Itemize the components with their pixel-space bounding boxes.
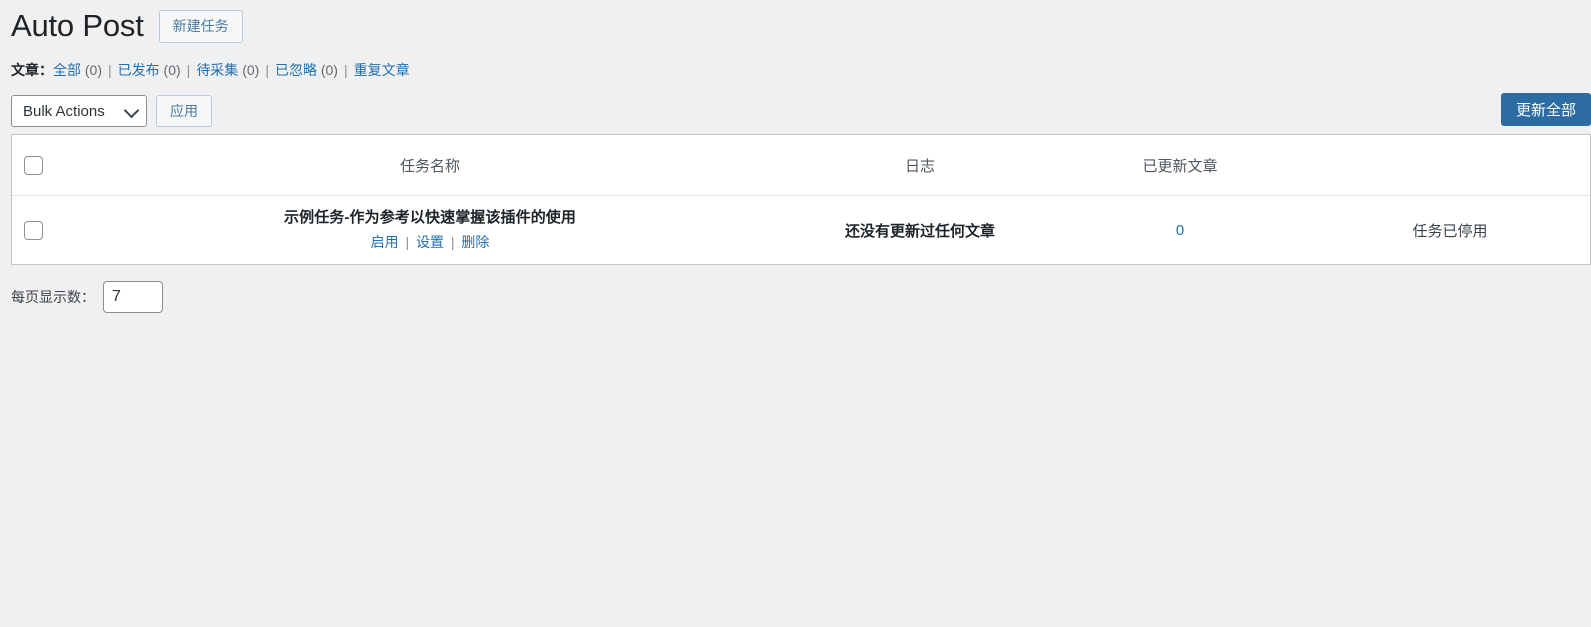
task-name-text: 示例任务-作为参考以快速掌握该插件的使用: [284, 209, 576, 227]
row-action-separator-1: |: [405, 234, 410, 251]
filter-count-ignored: (0): [320, 62, 338, 78]
task-name-stack: 示例任务-作为参考以快速掌握该插件的使用 启用 | 设置 | 删除: [70, 207, 790, 252]
header-updated-posts[interactable]: 已更新文章: [1050, 135, 1310, 196]
apply-button[interactable]: 应用: [156, 95, 212, 127]
filter-links: 文章： 全部 (0) | 已发布 (0) | 待采集 (0) | 已忽略 (0)…: [11, 59, 1580, 81]
row-updated-cell: 0: [1050, 196, 1310, 264]
header-select-all-cell: [12, 135, 70, 196]
row-actions: 启用 | 设置 | 删除: [371, 232, 490, 252]
row-log-cell: 还没有更新过任何文章: [790, 196, 1050, 264]
filter-link-duplicate[interactable]: 重复文章: [354, 62, 410, 78]
row-action-enable[interactable]: 启用: [371, 234, 399, 250]
header-task-name[interactable]: 任务名称: [70, 135, 790, 196]
filter-count-all: (0): [84, 62, 103, 78]
per-page-input[interactable]: [103, 281, 163, 313]
filter-link-published[interactable]: 已发布: [118, 62, 160, 78]
status-badge: 任务已停用: [1412, 222, 1488, 240]
bulk-actions-selected-label: Bulk Actions: [23, 102, 105, 120]
header-log[interactable]: 日志: [790, 135, 1050, 196]
row-select-cell: [12, 196, 70, 264]
row-status-cell: 任务已停用: [1310, 196, 1590, 264]
filter-count-pending: (0): [242, 62, 260, 78]
filter-count-published: (0): [163, 62, 181, 78]
page-title: Auto Post: [11, 7, 144, 43]
page-header: Auto Post 新建任务: [11, 0, 1580, 50]
filter-lead-separator: ：: [39, 62, 53, 78]
select-all-checkbox[interactable]: [24, 155, 43, 175]
header-status: [1310, 135, 1590, 196]
tasks-table: 任务名称 日志 已更新文章 示例任务-作为参考以快速掌握该插件的使用 启用 |: [11, 134, 1591, 265]
filter-item-duplicate: 重复文章: [354, 59, 410, 81]
filter-link-pending[interactable]: 待采集: [196, 62, 238, 78]
filter-item-published: 已发布 (0): [118, 59, 181, 81]
row-action-separator-2: |: [450, 234, 455, 251]
per-page-control: 每页显示数：: [11, 281, 1580, 313]
filter-separator-1: |: [108, 62, 112, 78]
bulk-actions-select[interactable]: Bulk Actions: [11, 95, 147, 127]
filter-link-all[interactable]: 全部: [53, 62, 81, 78]
tasks-table-body: 示例任务-作为参考以快速掌握该插件的使用 启用 | 设置 | 删除 还没有更新过…: [12, 196, 1590, 264]
row-log-text: 还没有更新过任何文章: [844, 222, 995, 240]
filter-separator-4: |: [343, 62, 348, 78]
row-task-name-cell: 示例任务-作为参考以快速掌握该插件的使用 启用 | 设置 | 删除: [70, 196, 790, 264]
filter-link-ignored[interactable]: 已忽略: [275, 62, 317, 78]
table-row: 示例任务-作为参考以快速掌握该插件的使用 启用 | 设置 | 删除 还没有更新过…: [12, 196, 1590, 264]
table-nav-top: Bulk Actions 应用 更新全部: [11, 90, 1591, 132]
filter-item-pending: 待采集 (0): [196, 59, 259, 81]
row-action-delete[interactable]: 删除: [461, 234, 489, 250]
tasks-table-head: 任务名称 日志 已更新文章: [12, 135, 1590, 196]
filter-lead: 文章：: [11, 59, 53, 81]
row-action-settings[interactable]: 设置: [416, 234, 444, 250]
filter-lead-label: 文章: [11, 62, 39, 78]
chevron-down-icon: [123, 102, 140, 119]
row-updated-count-link[interactable]: 0: [1176, 222, 1184, 239]
update-all-button[interactable]: 更新全部: [1500, 93, 1591, 126]
filter-separator-3: |: [265, 62, 269, 78]
table-header-row: 任务名称 日志 已更新文章: [12, 135, 1590, 196]
new-task-button[interactable]: 新建任务: [158, 9, 243, 43]
per-page-label: 每页显示数：: [11, 289, 95, 305]
admin-page-wrap: Auto Post 新建任务 文章： 全部 (0) | 已发布 (0) | 待采…: [0, 0, 1591, 627]
filter-item-all: 全部 (0): [53, 59, 102, 81]
filter-item-ignored: 已忽略 (0): [275, 59, 338, 81]
row-checkbox[interactable]: [24, 220, 43, 240]
filter-separator-2: |: [186, 62, 191, 78]
